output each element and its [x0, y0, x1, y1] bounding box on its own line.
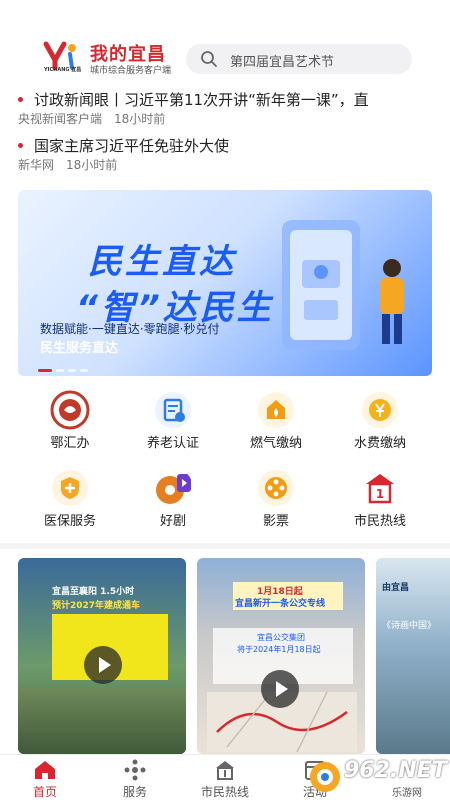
tab-label: 服务: [122, 785, 147, 799]
video-caption: 将于2024年1月18日起: [237, 645, 321, 654]
ehuiban-icon: [50, 390, 90, 430]
banner-subtitle: 民生服务直达: [40, 341, 119, 356]
site-watermark: 962.NET 乐游网: [300, 756, 450, 800]
video-caption: 宜昌公交集团: [257, 633, 305, 642]
service-label: 养老认证: [146, 436, 199, 451]
video-caption: 《诗画中国》: [382, 621, 437, 631]
service-label: 鄂汇办: [50, 436, 90, 451]
logo-caption: YICHANG 宜昌: [44, 67, 82, 73]
services-grid: 鄂汇办 养老认证 燃气缴纳 水费缴纳 医保服务 好剧 影票 1 市民热线: [0, 384, 450, 534]
hotline-icon: 1: [366, 474, 394, 504]
svg-text:1: 1: [376, 487, 384, 501]
video-thumbnail-landscape: [18, 688, 186, 754]
service-label: 市民热线: [353, 514, 406, 529]
pension-icon: [155, 392, 191, 428]
video-card[interactable]: 1月18日起 宜昌新开一条公交专线 宜昌公交集团 将于2024年1月18日起: [197, 558, 365, 754]
movie-ticket-icon: [258, 470, 294, 506]
news-bullet: [18, 143, 23, 148]
search-placeholder: 第四届宜昌艺术节: [230, 55, 335, 70]
news-title[interactable]: 国家主席习近平任免驻外大使: [34, 135, 229, 156]
carousel-indicator[interactable]: [38, 357, 92, 376]
watermark-text: 962.NET: [344, 758, 447, 783]
tab-home[interactable]: 首页: [0, 759, 90, 800]
service-water[interactable]: 水费缴纳: [334, 388, 426, 460]
play-icon[interactable]: [261, 670, 299, 708]
banner-heading: 民生直达: [88, 242, 236, 282]
carousel-dot[interactable]: [80, 369, 88, 372]
news-title[interactable]: 讨政新闻眼丨习近平第11次开讲“新年第一课”，直: [34, 89, 369, 110]
tab-hotline[interactable]: 市民热线: [180, 759, 270, 800]
video-caption: 预计2027年建成通车: [52, 601, 141, 611]
video-caption: 由宜昌: [382, 583, 410, 593]
play-icon[interactable]: [84, 646, 122, 684]
news-meta: 央视新闻客户端 18小时前: [18, 110, 177, 127]
banner-illustration: [282, 220, 404, 350]
news-bullet: [18, 97, 23, 102]
service-label: 医保服务: [43, 514, 96, 529]
service-medical-insurance[interactable]: 医保服务: [24, 466, 116, 538]
video-caption: 宜昌至襄阳 1.5小时: [52, 587, 135, 597]
news-source: 央视新闻客户端: [18, 112, 103, 126]
service-pension[interactable]: 养老认证: [127, 388, 219, 460]
carousel-dot[interactable]: [68, 369, 76, 372]
video-card[interactable]: 宜昌至襄阳 1.5小时 预计2027年建成通车: [18, 558, 186, 754]
app-header: YICHANG 宜昌 我的宜昌 城市综合服务客户端 第四届宜昌艺术节: [0, 0, 450, 84]
service-label: 燃气缴纳: [249, 436, 302, 451]
search-bar[interactable]: 第四届宜昌艺术节: [186, 44, 412, 74]
news-item[interactable]: 国家主席习近平任免驻外大使 新华网 18小时前: [0, 132, 450, 176]
video-card[interactable]: 由宜昌 《诗画中国》: [376, 558, 450, 754]
carousel-dot[interactable]: [38, 369, 52, 372]
app-subtitle: 城市综合服务客户端: [90, 66, 172, 76]
service-label: 影票: [262, 514, 289, 529]
news-source: 新华网: [18, 158, 55, 172]
news-time: 18小时前: [66, 158, 118, 172]
service-movie-ticket[interactable]: 影票: [230, 466, 322, 538]
watermark-logo-icon: [310, 762, 340, 792]
medical-insurance-icon: [52, 470, 88, 506]
gas-icon: [258, 392, 294, 428]
service-ehuiban[interactable]: 鄂汇办: [24, 388, 116, 460]
services-icon: [124, 759, 146, 781]
news-item[interactable]: 讨政新闻眼丨习近平第11次开讲“新年第一课”，直 央视新闻客户端 18小时前: [0, 86, 450, 130]
service-drama[interactable]: 好剧: [127, 466, 219, 538]
drama-icon: [156, 474, 191, 504]
carousel-dot[interactable]: [56, 369, 64, 372]
news-meta: 新华网 18小时前: [18, 156, 129, 173]
news-time: 18小时前: [114, 112, 166, 126]
home-icon: [35, 761, 55, 779]
watermark-subtext: 乐游网: [392, 788, 422, 799]
video-caption: 宜昌新开一条公交专线: [235, 599, 326, 609]
section-divider: [0, 543, 450, 549]
water-icon: [362, 392, 398, 428]
service-label: 好剧: [159, 514, 186, 529]
tab-label: 首页: [32, 785, 57, 799]
search-icon: [201, 51, 217, 67]
service-hotline[interactable]: 1 市民热线: [334, 466, 426, 538]
tab-label: 市民热线: [200, 785, 249, 799]
banner-tagline: 数据赋能·一键直达·零跑腿·秒兑付: [40, 322, 220, 336]
hotline-icon: [216, 761, 234, 780]
service-gas[interactable]: 燃气缴纳: [230, 388, 322, 460]
tab-services[interactable]: 服务: [90, 759, 180, 800]
service-label: 水费缴纳: [353, 436, 406, 451]
promo-banner[interactable]: 民生直达 “智”达民生 数据赋能·一键直达·零跑腿·秒兑付 民生服务直达: [18, 190, 432, 376]
